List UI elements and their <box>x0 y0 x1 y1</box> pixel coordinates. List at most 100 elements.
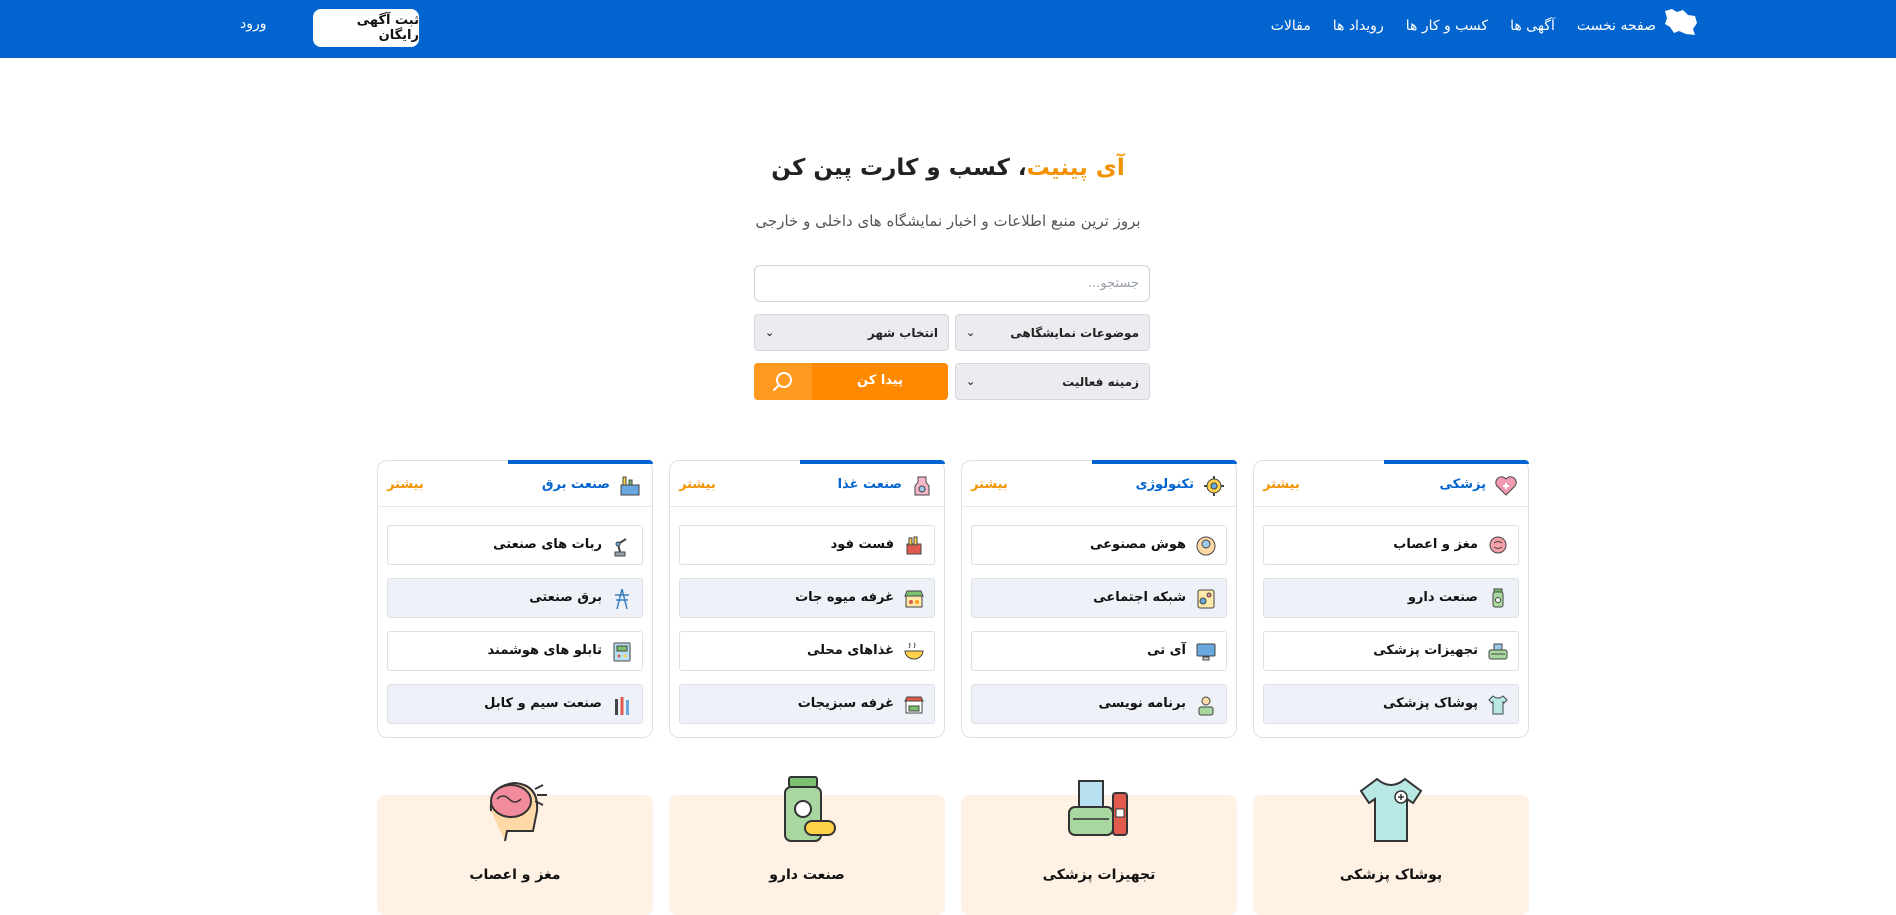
social-network-icon <box>1197 589 1215 609</box>
list-item-label: فست فود <box>830 537 894 552</box>
category-card-technology: تکنولوژی بیشتر هوش مصنوعی شبکه اجتماعی آ… <box>961 460 1237 738</box>
feature-label: مغز و اعصاب <box>469 867 561 883</box>
list-item[interactable]: شبکه اجتماعی <box>971 578 1227 618</box>
medicine-icon <box>784 776 836 842</box>
feature-card[interactable]: تجهیزات پزشکی <box>961 780 1237 915</box>
robot-arm-icon <box>614 538 627 557</box>
field-select[interactable]: زمینه فعالیت ⌄ <box>955 363 1150 400</box>
list-item[interactable]: هوش مصنوعی <box>971 525 1227 565</box>
city-select-label: انتخاب شهر <box>867 325 938 340</box>
cable-icon <box>615 697 629 715</box>
list-item-label: صنعت سیم و کابل <box>484 696 602 711</box>
list-item-label: آی تی <box>1147 643 1186 658</box>
find-button-label: پیدا کن <box>857 373 903 388</box>
list-item-label: غرفه سبزیجات <box>797 696 894 711</box>
programmer-icon <box>1198 696 1214 716</box>
feature-label: پوشاک پزشکی <box>1339 867 1443 883</box>
brain-icon <box>1489 536 1507 554</box>
iran-map-icon[interactable] <box>1662 7 1698 37</box>
fast-food-icon <box>906 536 922 555</box>
category-title[interactable]: صنعت غذا <box>838 477 902 492</box>
list-item[interactable]: پوشاک پزشکی <box>1263 684 1519 724</box>
list-item[interactable]: برنامه نویسی <box>971 684 1227 724</box>
feature-label: تجهیزات پزشکی <box>1042 867 1156 883</box>
list-item-label: برق صنعتی <box>529 590 602 605</box>
chevron-down-icon: ⌄ <box>966 375 976 388</box>
medical-shirt-icon <box>1359 777 1423 842</box>
list-item[interactable]: صنعت دارو <box>1263 578 1519 618</box>
free-ad-button[interactable]: ثبت آگهی رایگان <box>313 9 419 47</box>
more-link[interactable]: بیشتر <box>971 477 1008 492</box>
list-item[interactable]: تجهیزات پزشکی <box>1263 631 1519 671</box>
feature-card[interactable]: صنعت دارو <box>669 776 945 915</box>
search-input[interactable] <box>754 265 1150 302</box>
tech-gear-icon <box>1204 476 1224 496</box>
nav-articles[interactable]: مقالات <box>1271 16 1311 36</box>
topic-select[interactable]: موضوعات نمایشگاهی ⌄ <box>955 314 1150 351</box>
medical-shirt-icon <box>1488 695 1508 715</box>
list-item-label: مغز و اعصاب <box>1393 537 1478 552</box>
category-card-electrical-industry: صنعت برق بیشتر ربات های صنعتی برق صنعتی … <box>377 460 653 738</box>
top-navbar: صفحه نخست آگهی ها کسب و کار ها رویداد ها… <box>0 0 1896 58</box>
list-item[interactable]: صنعت سیم و کابل <box>387 684 643 724</box>
factory-icon <box>620 476 640 496</box>
power-tower-icon <box>615 588 629 610</box>
nav-events[interactable]: رویداد ها <box>1333 16 1384 36</box>
field-select-label: زمینه فعالیت <box>1062 374 1139 389</box>
category-card-food-industry: صنعت غذا بیشتر فست فود غرفه میوه جات غذا… <box>669 460 945 738</box>
feature-label: صنعت دارو <box>769 867 845 883</box>
smart-panel-icon <box>613 642 631 662</box>
hero-title-rest: ، کسب و کارت پین کن <box>771 155 1027 181</box>
chevron-down-icon: ⌄ <box>966 326 976 339</box>
list-item-label: هوش مصنوعی <box>1090 537 1186 552</box>
list-item[interactable]: ربات های صنعتی <box>387 525 643 565</box>
list-item-label: ربات های صنعتی <box>493 537 602 552</box>
hero-title-accent: آی پینیت <box>1026 155 1125 181</box>
list-item-label: برنامه نویسی <box>1098 696 1186 711</box>
medicine-icon <box>1492 588 1504 608</box>
medical-equipment-icon <box>1068 780 1128 836</box>
city-select[interactable]: انتخاب شهر ⌄ <box>754 314 949 351</box>
list-item[interactable]: غرفه میوه جات <box>679 578 935 618</box>
search-icon <box>754 363 812 400</box>
list-item[interactable]: غرفه سبزیجات <box>679 684 935 724</box>
list-item[interactable]: غذاهای محلی <box>679 631 935 671</box>
topic-select-label: موضوعات نمایشگاهی <box>1010 325 1139 340</box>
list-item[interactable]: تابلو های هوشمند <box>387 631 643 671</box>
medical-equipment-icon <box>1488 643 1508 660</box>
local-food-icon <box>904 642 924 660</box>
list-item[interactable]: برق صنعتی <box>387 578 643 618</box>
login-link[interactable]: ورود <box>240 16 267 32</box>
brain-icon <box>489 781 547 842</box>
category-header: پزشکی بیشتر <box>1254 461 1528 507</box>
category-title[interactable]: صنعت برق <box>542 477 610 492</box>
nav-businesses[interactable]: کسب و کار ها <box>1406 16 1488 36</box>
list-item-label: صنعت دارو <box>1407 590 1478 605</box>
nav-home[interactable]: صفحه نخست <box>1577 16 1656 36</box>
more-link[interactable]: بیشتر <box>679 477 716 492</box>
ai-head-icon <box>1196 536 1216 556</box>
category-header: تکنولوژی بیشتر <box>962 461 1236 507</box>
nav-ads[interactable]: آگهی ها <box>1510 16 1555 36</box>
hero-subtitle: بروز ترین منبع اطلاعات و اخبار نمایشگاه … <box>755 212 1141 230</box>
category-title[interactable]: پزشکی <box>1440 477 1486 492</box>
category-header: صنعت غذا بیشتر <box>670 461 944 507</box>
find-button[interactable]: پیدا کن <box>754 363 948 400</box>
monitor-icon <box>1196 643 1216 661</box>
more-link[interactable]: بیشتر <box>387 477 424 492</box>
list-item-label: تابلو های هوشمند <box>487 643 602 658</box>
list-item[interactable]: فست فود <box>679 525 935 565</box>
chevron-down-icon: ⌄ <box>765 326 775 339</box>
list-item-label: شبکه اجتماعی <box>1093 590 1186 605</box>
category-title[interactable]: تکنولوژی <box>1136 477 1194 492</box>
fruit-stand-icon <box>904 590 924 608</box>
list-item-label: غذاهای محلی <box>806 643 894 658</box>
list-item-label: پوشاک پزشکی <box>1383 696 1478 711</box>
feature-card[interactable]: مغز و اعصاب <box>377 781 653 915</box>
list-item-label: غرفه میوه جات <box>795 590 894 605</box>
list-item[interactable]: آی تی <box>971 631 1227 671</box>
feature-card[interactable]: پوشاک پزشکی <box>1253 777 1529 915</box>
more-link[interactable]: بیشتر <box>1263 477 1300 492</box>
main-nav: صفحه نخست آگهی ها کسب و کار ها رویداد ها… <box>1271 16 1656 36</box>
list-item[interactable]: مغز و اعصاب <box>1263 525 1519 565</box>
